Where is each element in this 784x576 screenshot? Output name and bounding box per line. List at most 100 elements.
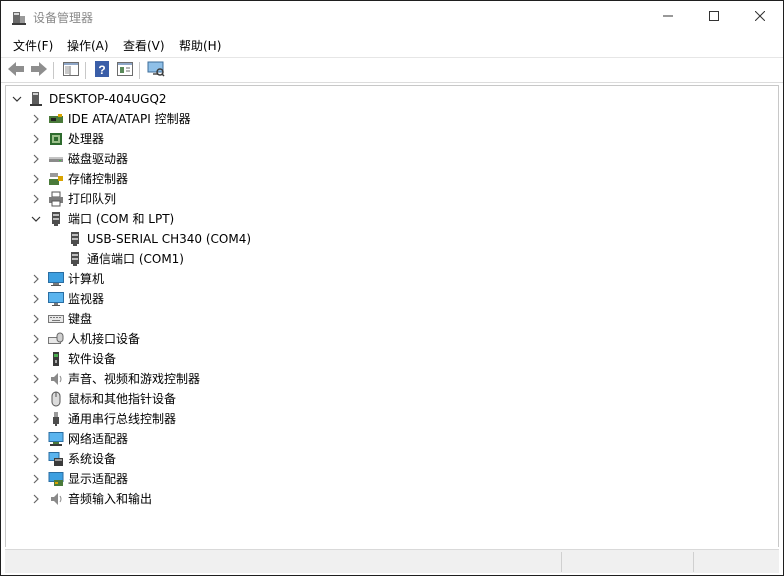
tree-item-label: 网络适配器 [68, 432, 129, 446]
tree-child-label: USB-SERIAL CH340 (COM4) [87, 232, 252, 246]
device-tree[interactable]: DESKTOP-404UGQ2 IDE ATA/ATAPI 控制器 处理器 磁盘… [5, 85, 779, 547]
tree-item-label: 显示适配器 [68, 472, 129, 486]
window-title: 设备管理器 [33, 11, 94, 25]
tree-item-label: 打印队列 [68, 192, 117, 206]
chevron-right-icon[interactable] [31, 474, 41, 484]
storage-controller-icon [48, 171, 64, 187]
chevron-down-icon[interactable] [31, 214, 41, 224]
chevron-right-icon[interactable] [31, 374, 41, 384]
properties-button[interactable] [115, 61, 135, 79]
minimize-button[interactable] [645, 1, 691, 33]
chevron-right-icon[interactable] [31, 414, 41, 424]
tree-item[interactable]: 打印队列 [6, 189, 778, 209]
tree-child-label: 通信端口 (COM1) [87, 252, 184, 266]
tree-item[interactable]: 磁盘驱动器 [6, 149, 778, 169]
printer-icon [48, 191, 64, 207]
help-icon: ? [94, 60, 110, 80]
tree-item[interactable]: 音频输入和输出 [6, 489, 778, 509]
tree-item[interactable]: 人机接口设备 [6, 329, 778, 349]
tree-item[interactable]: 显示适配器 [6, 469, 778, 489]
tree-child-item[interactable]: USB-SERIAL CH340 (COM4) [6, 229, 778, 249]
tree-item[interactable]: 存储控制器 [6, 169, 778, 189]
back-button[interactable] [6, 61, 26, 79]
chevron-right-icon[interactable] [31, 334, 41, 344]
close-button[interactable] [737, 1, 783, 33]
menu-bar: 文件(F) 操作(A) 查看(V) 帮助(H) [1, 35, 783, 57]
tree-item-label: 计算机 [68, 272, 105, 286]
monitor-icon [48, 291, 64, 307]
chevron-right-icon[interactable] [31, 454, 41, 464]
tree-item-label: 通用串行总线控制器 [68, 412, 177, 426]
keyboard-icon [48, 311, 64, 327]
tree-item[interactable]: 端口 (COM 和 LPT) [6, 209, 778, 229]
show-hide-console-tree-button[interactable] [61, 61, 81, 79]
close-icon [754, 10, 766, 24]
tree-item[interactable]: 软件设备 [6, 349, 778, 369]
status-bar-divider [693, 552, 694, 572]
tree-item[interactable]: 计算机 [6, 269, 778, 289]
toolbar-separator [139, 62, 140, 79]
port-icon [67, 251, 83, 267]
tree-item[interactable]: 系统设备 [6, 449, 778, 469]
network-adapter-icon [48, 431, 64, 447]
title-bar[interactable]: 设备管理器 [1, 1, 783, 34]
software-device-icon [48, 351, 64, 367]
port-icon [48, 211, 64, 227]
tree-item-label: 软件设备 [68, 352, 117, 366]
forward-button[interactable] [29, 61, 49, 79]
tree-item[interactable]: 网络适配器 [6, 429, 778, 449]
chevron-right-icon[interactable] [31, 294, 41, 304]
tree-item-label: 鼠标和其他指针设备 [68, 392, 177, 406]
minimize-icon [663, 10, 673, 24]
chevron-right-icon[interactable] [31, 134, 41, 144]
tree-item-label: IDE ATA/ATAPI 控制器 [68, 112, 191, 126]
maximize-button[interactable] [691, 1, 737, 33]
status-bar [5, 549, 779, 573]
menu-view[interactable]: 查看(V) [123, 38, 165, 54]
help-button[interactable]: ? [92, 60, 112, 80]
tree-item-label: 系统设备 [68, 452, 117, 466]
chevron-right-icon[interactable] [31, 274, 41, 284]
menu-action[interactable]: 操作(A) [67, 38, 109, 54]
tree-item[interactable]: IDE ATA/ATAPI 控制器 [6, 109, 778, 129]
scan-hardware-button[interactable] [146, 61, 166, 79]
menu-help[interactable]: 帮助(H) [179, 38, 221, 54]
disk-drive-icon [48, 151, 64, 167]
system-device-icon [48, 451, 64, 467]
chevron-right-icon[interactable] [31, 174, 41, 184]
tree-item-label: 声音、视频和游戏控制器 [68, 372, 201, 386]
chevron-right-icon[interactable] [31, 394, 41, 404]
tree-item[interactable]: 通用串行总线控制器 [6, 409, 778, 429]
tree-root[interactable]: DESKTOP-404UGQ2 [6, 89, 778, 109]
svg-text:?: ? [98, 63, 105, 77]
chevron-right-icon[interactable] [31, 354, 41, 364]
processor-icon [48, 131, 64, 147]
port-icon [67, 231, 83, 247]
chevron-right-icon[interactable] [31, 314, 41, 324]
chevron-right-icon[interactable] [31, 494, 41, 504]
tree-item[interactable]: 处理器 [6, 129, 778, 149]
audio-io-icon [48, 491, 64, 507]
chevron-right-icon[interactable] [31, 434, 41, 444]
computer-icon [48, 271, 64, 287]
chevron-right-icon[interactable] [31, 194, 41, 204]
tree-child-item[interactable]: 通信端口 (COM1) [6, 249, 778, 269]
tree-item[interactable]: 声音、视频和游戏控制器 [6, 369, 778, 389]
tree-item-label: 人机接口设备 [68, 332, 141, 346]
tree-item[interactable]: 键盘 [6, 309, 778, 329]
menu-file[interactable]: 文件(F) [13, 38, 53, 54]
chevron-right-icon[interactable] [31, 154, 41, 164]
chevron-down-icon[interactable] [12, 94, 22, 104]
tree-item-label: 存储控制器 [68, 172, 129, 186]
device-manager-icon [11, 10, 27, 26]
tree-item-label: 键盘 [68, 312, 93, 326]
tree-item[interactable]: 鼠标和其他指针设备 [6, 389, 778, 409]
toolbar-separator [85, 62, 86, 79]
monitor-scan-icon [147, 61, 165, 80]
chevron-right-icon[interactable] [31, 114, 41, 124]
tree-item[interactable]: 监视器 [6, 289, 778, 309]
computer-tower-icon [29, 91, 45, 107]
tree-item-label: 音频输入和输出 [68, 492, 153, 506]
speaker-icon [48, 371, 64, 387]
tree-item-label: 端口 (COM 和 LPT) [68, 212, 175, 226]
